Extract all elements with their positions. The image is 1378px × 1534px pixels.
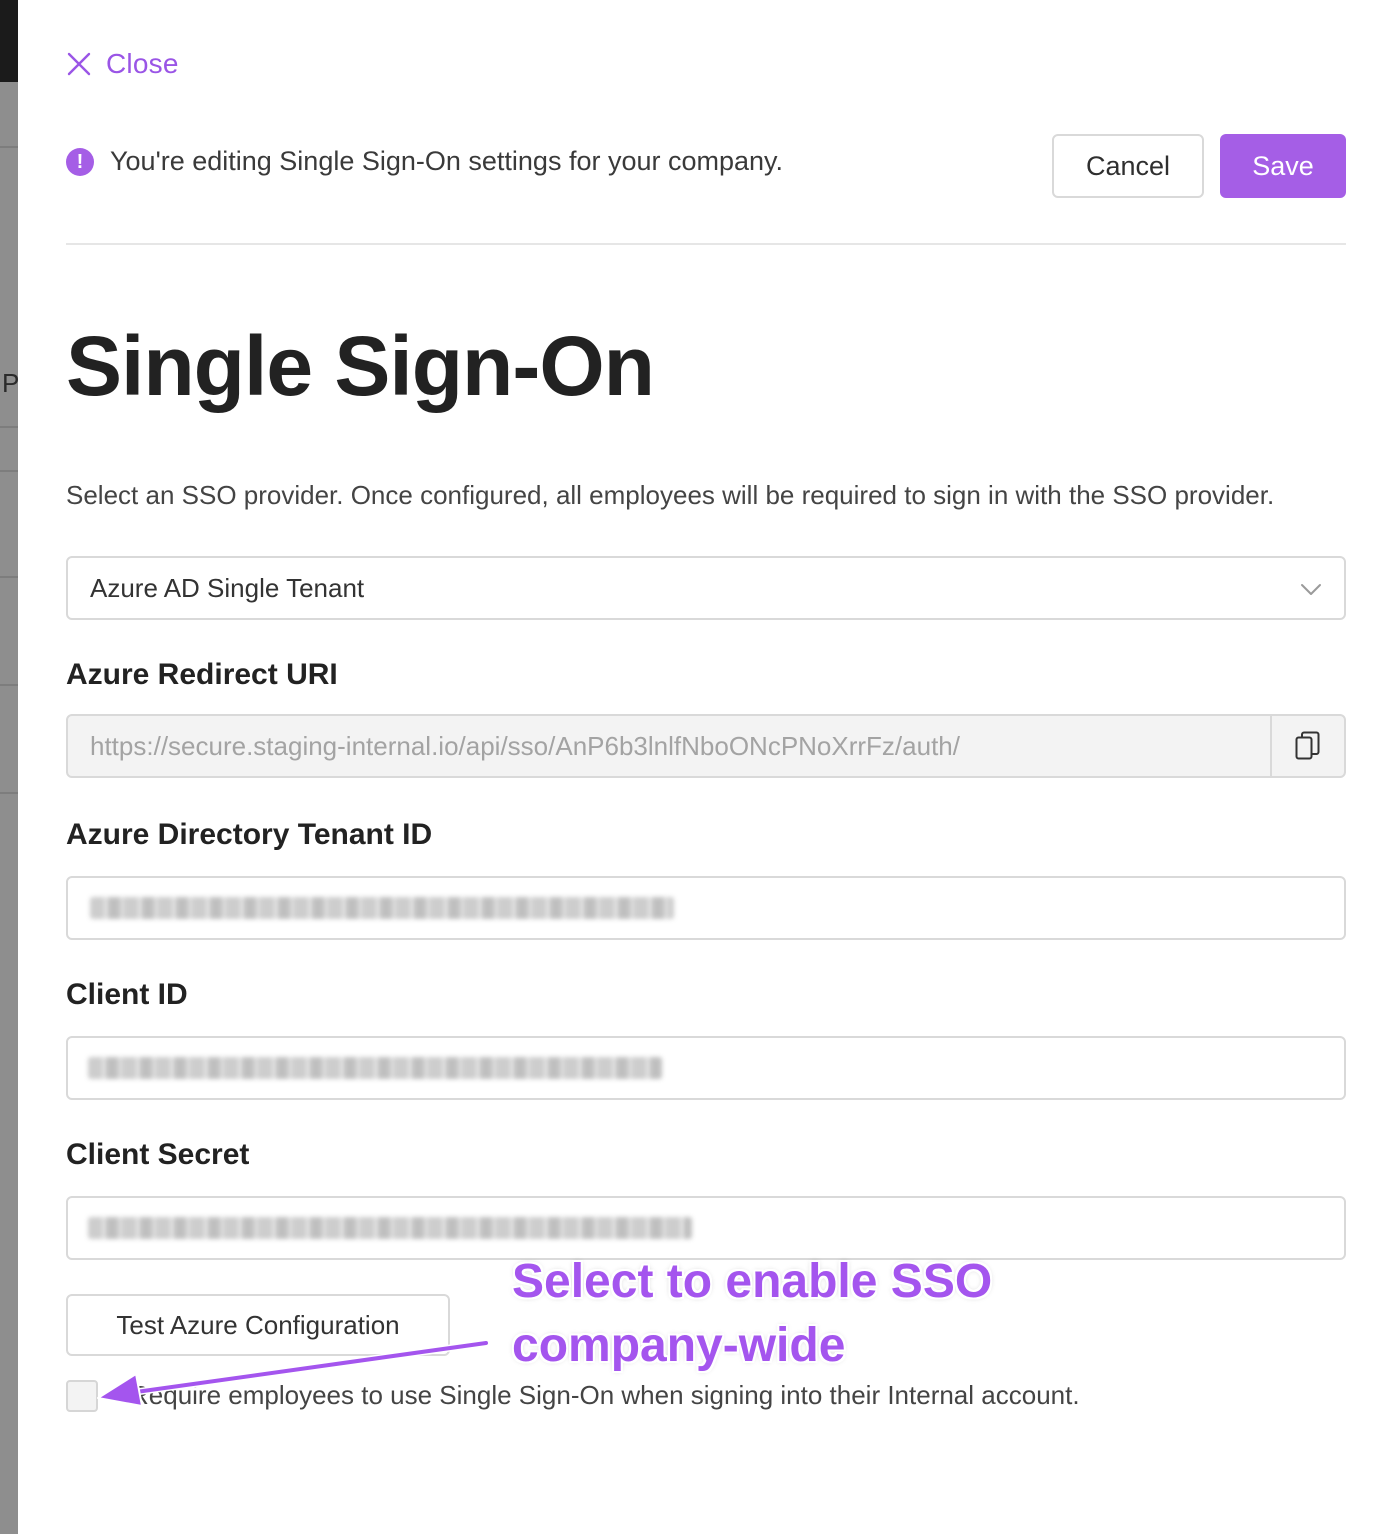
redirect-uri-label: Azure Redirect URI: [66, 658, 338, 691]
cancel-button[interactable]: Cancel: [1052, 134, 1204, 198]
header-divider: [66, 243, 1346, 245]
sso-provider-select[interactable]: Azure AD Single Tenant: [66, 556, 1346, 620]
client-id-field[interactable]: [66, 1036, 1346, 1100]
close-label: Close: [106, 48, 179, 79]
redacted-value: [88, 1217, 692, 1239]
alert-icon: !: [66, 147, 94, 176]
annotation-callout: Select to enable SSO company-wide: [512, 1250, 1072, 1378]
background-divider: [0, 684, 18, 686]
copy-icon: [1295, 731, 1320, 760]
background-divider: [0, 470, 18, 472]
sso-description: Select an SSO provider. Once configured,…: [66, 480, 1275, 510]
chevron-down-icon: [1301, 584, 1321, 595]
redirect-uri-value: https://secure.staging-internal.io/api/s…: [90, 730, 960, 761]
redirect-uri-field[interactable]: https://secure.staging-internal.io/api/s…: [66, 714, 1346, 778]
tenant-id-label: Azure Directory Tenant ID: [66, 818, 433, 851]
notice-text: You're editing Single Sign-On settings f…: [110, 146, 784, 176]
background-divider: [0, 146, 18, 148]
background-partial-text: P: [2, 368, 18, 398]
close-icon: [67, 52, 91, 76]
annotation-line-1: Select to enable SSO: [512, 1255, 993, 1308]
close-button[interactable]: Close: [66, 48, 179, 80]
redacted-value: [90, 897, 674, 919]
background-page: P: [0, 0, 18, 1534]
test-azure-configuration-button[interactable]: Test Azure Configuration: [66, 1294, 450, 1356]
require-sso-label[interactable]: Require employees to use Single Sign-On …: [130, 1380, 1080, 1411]
sso-provider-selected-value: Azure AD Single Tenant: [90, 572, 365, 603]
background-divider: [0, 792, 18, 794]
redacted-value: [88, 1057, 662, 1079]
editing-notice: ! You're editing Single Sign-On settings…: [66, 146, 783, 177]
require-sso-checkbox[interactable]: [66, 1380, 98, 1412]
background-header: [0, 0, 18, 82]
copy-button[interactable]: [1270, 716, 1344, 776]
tenant-id-field[interactable]: [66, 876, 1346, 940]
background-divider: [0, 426, 18, 428]
page-title: Single Sign-On: [66, 319, 655, 413]
client-secret-label: Client Secret: [66, 1138, 250, 1171]
save-button[interactable]: Save: [1220, 134, 1346, 198]
sso-settings-drawer: Close ! You're editing Single Sign-On se…: [18, 0, 1378, 1534]
client-id-label: Client ID: [66, 978, 188, 1011]
background-divider: [0, 576, 18, 578]
annotation-line-2: company-wide: [512, 1319, 846, 1372]
